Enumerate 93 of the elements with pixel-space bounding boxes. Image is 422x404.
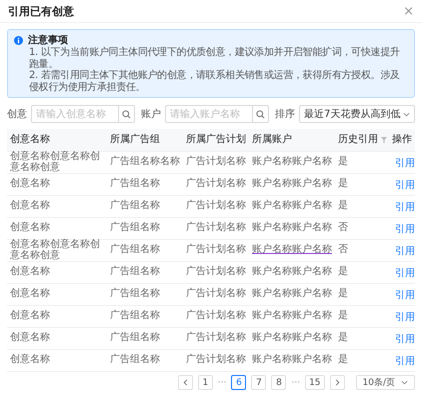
table-cell: 广告计划名称 xyxy=(186,178,246,190)
cite-link[interactable]: 引用 xyxy=(391,178,415,192)
notice-title: 注意事项 xyxy=(28,34,68,46)
column-header: 所属账户 xyxy=(252,134,292,146)
table-cell: 账户名称账户名称 xyxy=(252,332,332,344)
notice-text: 1. 以下为当前账户同主体同代理下的优质创意，建议添加并开启智能扩词，可快速提升跑量。 xyxy=(28,47,401,70)
cite-link[interactable]: 引用 xyxy=(391,200,415,214)
table-cell: 创意名称 xyxy=(10,178,50,190)
table-cell: 账户名称账户名称 xyxy=(252,244,332,256)
table-cell: 广告组名称 xyxy=(110,222,160,234)
chevron-right-icon xyxy=(334,379,340,386)
search-icon xyxy=(256,110,265,118)
table-cell: 创意名称 xyxy=(10,310,50,322)
page-button[interactable]: 7 xyxy=(251,375,266,390)
table-cell: 账户名称账户名称 xyxy=(252,200,332,212)
table-cell: 广告计划名称 xyxy=(186,288,246,300)
filter-label: 排序 xyxy=(275,108,295,121)
column-header: 历史引用 xyxy=(338,134,378,146)
close-button[interactable]: × xyxy=(403,4,414,18)
cite-link[interactable]: 引用 xyxy=(391,288,415,302)
cite-link[interactable]: 引用 xyxy=(391,156,415,170)
info-icon xyxy=(14,36,23,45)
filter-label: 创意 xyxy=(7,108,27,121)
notice-text: 2. 若需引用同主体下其他账户的创意，请联系相关销售或运营，获得所有方授权。涉及侵权行为使用方承担责任。 xyxy=(28,70,401,93)
column-header: 操作 xyxy=(392,134,412,146)
chevron-down-icon xyxy=(403,112,410,116)
prev-page-button[interactable] xyxy=(178,375,193,390)
table-cell: 是 xyxy=(338,288,348,300)
table-cell: 广告组名称 xyxy=(110,310,160,322)
search-field[interactable]: 请输入创意名称 xyxy=(31,105,135,123)
page-button[interactable]: 15 xyxy=(305,375,325,390)
table-cell: 否 xyxy=(338,244,348,256)
table-cell: 创意名称 xyxy=(10,222,50,234)
page-button[interactable]: 1 xyxy=(198,375,213,390)
filter-label: 账户 xyxy=(141,108,161,121)
table-cell: 账户名称账户名称 xyxy=(252,156,332,168)
table-cell: 广告计划名称 xyxy=(186,156,246,168)
cite-link[interactable]: 引用 xyxy=(391,266,415,280)
table-cell: 创意名称 xyxy=(10,332,50,344)
cite-link[interactable]: 引用 xyxy=(391,332,415,346)
table-cell: 是 xyxy=(338,354,348,366)
dialog-title: 引用已有创意 xyxy=(8,4,74,18)
table-cell: 广告组名称 xyxy=(110,288,160,300)
column-header: 创意名称 xyxy=(10,134,50,146)
table-cell: 广告组名称 xyxy=(110,266,160,278)
table-cell: 是 xyxy=(338,156,348,168)
table-cell: 账户名称账户名称 xyxy=(252,266,332,278)
cite-link[interactable]: 引用 xyxy=(391,222,415,236)
cite-link[interactable]: 引用 xyxy=(391,354,415,368)
table-cell: 账户名称账户名称 xyxy=(252,222,332,234)
page-ellipsis: ··· xyxy=(291,378,300,388)
page-button[interactable]: 8 xyxy=(271,375,286,390)
table-cell: 广告计划名称 xyxy=(186,332,246,344)
table-cell: 广告计划名称 xyxy=(186,266,246,278)
table-cell: 广告计划名称 xyxy=(186,200,246,212)
table-cell: 是 xyxy=(338,200,348,212)
table-cell: 创意名称创意名称创意名称创意 xyxy=(10,239,100,260)
table-cell: 创意名称 xyxy=(10,288,50,300)
table-cell: 广告组名称 xyxy=(110,332,160,344)
chevron-down-icon xyxy=(401,380,408,385)
cite-link[interactable]: 引用 xyxy=(391,310,415,324)
page-size-dropdown[interactable]: 10条/页 xyxy=(356,375,415,390)
table-cell: 广告组名称 xyxy=(110,354,160,366)
table-cell: 否 xyxy=(338,222,348,234)
column-header: 所属广告组 xyxy=(110,134,160,146)
table-cell: 是 xyxy=(338,332,348,344)
table-cell: 创意名称 xyxy=(10,354,50,366)
column-header: 所属广告计划 xyxy=(186,134,246,146)
search-icon xyxy=(122,110,131,118)
table-cell: 是 xyxy=(338,178,348,190)
next-page-button[interactable] xyxy=(330,375,345,390)
table-cell: 广告计划名称 xyxy=(186,222,246,234)
table-cell: 广告计划名称 xyxy=(186,310,246,322)
table-cell: 账户名称账户名称 xyxy=(252,310,332,322)
table-cell: 广告组名称名称 xyxy=(110,156,180,168)
table-cell: 广告组名称 xyxy=(110,200,160,212)
sort-dropdown[interactable]: 最近7天花费从高到低 xyxy=(299,105,416,123)
chevron-left-icon xyxy=(182,379,188,386)
table-cell: 账户名称账户名称 xyxy=(252,354,332,366)
table-cell: 创意名称创意名称创意名称创意 xyxy=(10,151,100,172)
table-cell: 广告计划名称 xyxy=(186,244,246,256)
page-button[interactable]: 6 xyxy=(231,375,246,390)
table-cell: 广告计划名称 xyxy=(186,354,246,366)
table-cell: 广告组名称 xyxy=(110,178,160,190)
table-cell: 账户名称账户名称 xyxy=(252,178,332,190)
table-cell: 账户名称账户名称 xyxy=(252,288,332,300)
table-cell: 创意名称 xyxy=(10,266,50,278)
cite-link[interactable]: 引用 xyxy=(391,244,415,258)
page-ellipsis: ··· xyxy=(218,378,226,388)
table-cell: 是 xyxy=(338,266,348,278)
table-cell: 是 xyxy=(338,310,348,322)
table-cell: 创意名称 xyxy=(10,200,50,212)
table-cell: 广告组名称 xyxy=(110,244,160,256)
